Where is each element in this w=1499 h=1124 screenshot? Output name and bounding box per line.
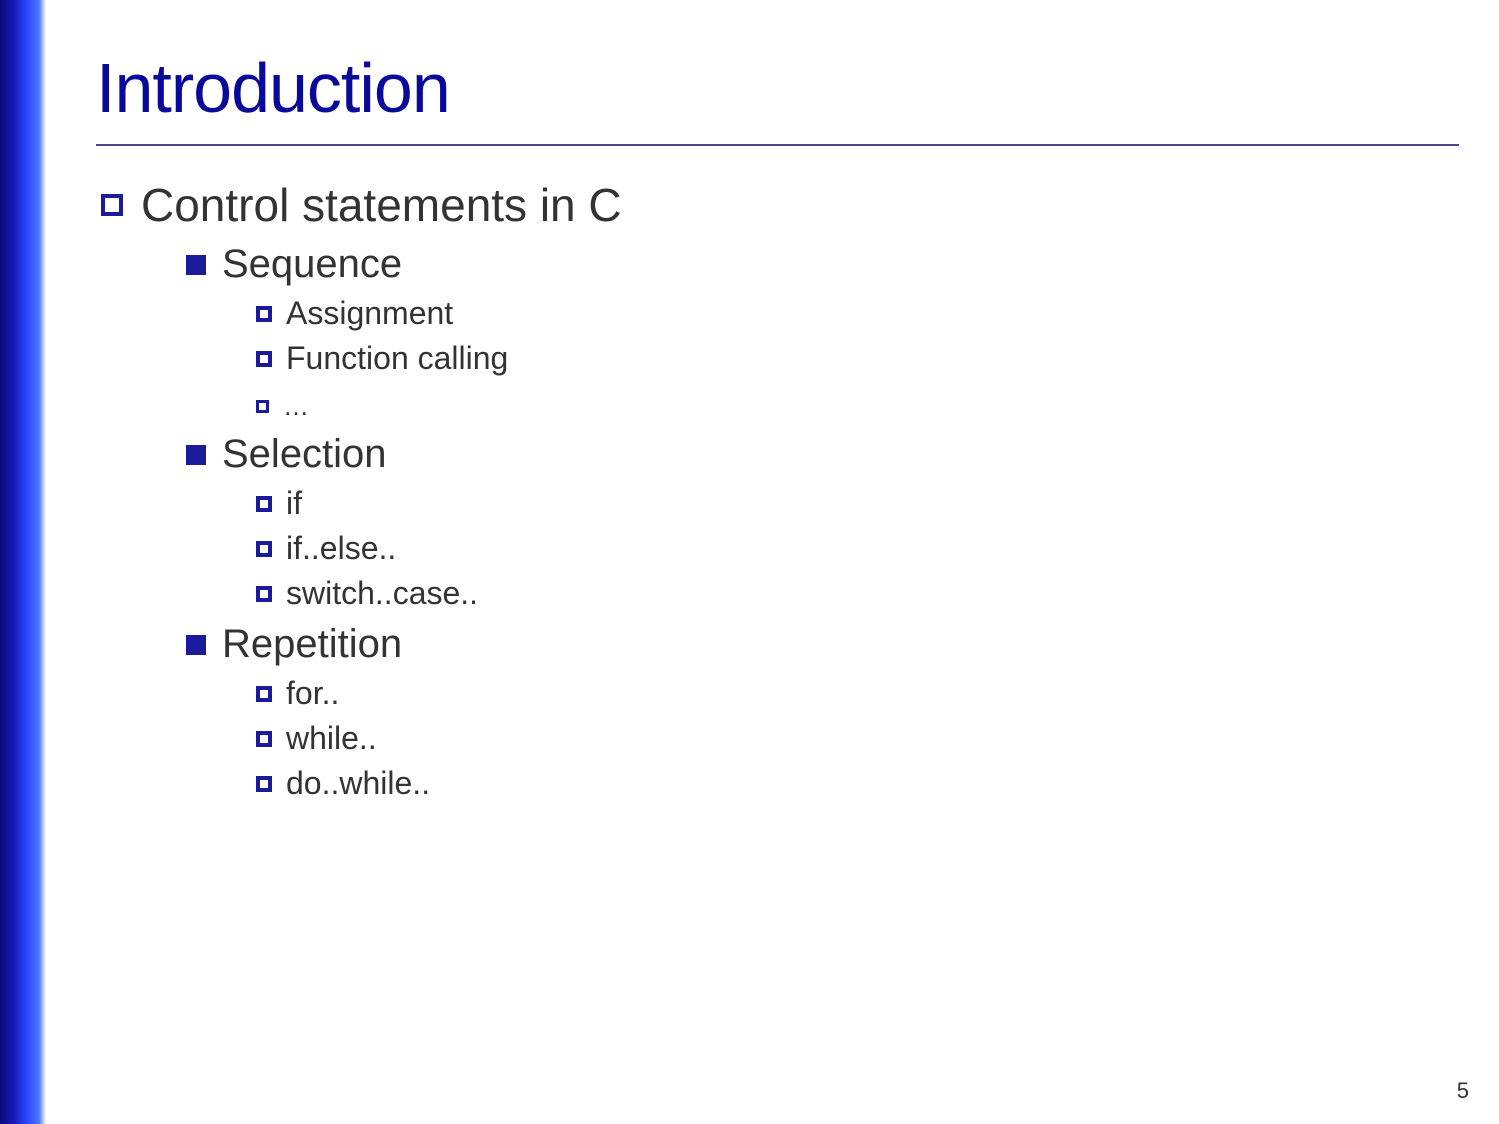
- slide-content: Introduction Control statements in C Seq…: [46, 0, 1499, 1124]
- bullet-l3-while: while..: [256, 720, 1459, 757]
- bullet-l2-text: Repetition: [222, 622, 402, 667]
- hollow-square-icon: [256, 306, 272, 322]
- bullet-l3-switch: switch..case..: [256, 575, 1459, 612]
- bullet-l3-text: while..: [286, 720, 377, 757]
- hollow-square-icon: [101, 194, 123, 216]
- bullet-l3-text: switch..case..: [286, 575, 478, 612]
- bullet-l3-text: for..: [286, 675, 339, 712]
- hollow-square-icon: [256, 496, 272, 512]
- bullet-l3-function-calling: Function calling: [256, 340, 1459, 377]
- bullet-l3-text: if: [286, 485, 302, 522]
- title-divider: [96, 144, 1459, 146]
- bullet-l1-text: Control statements in C: [141, 178, 622, 232]
- solid-square-icon: [186, 445, 206, 465]
- bullet-l1-control-statements: Control statements in C: [101, 178, 1459, 232]
- bullet-l3-dowhile: do..while..: [256, 765, 1459, 802]
- bullet-l3-ellipsis: …: [256, 391, 1459, 422]
- bullet-l3-ifelse: if..else..: [256, 530, 1459, 567]
- page-number: 5: [1457, 1078, 1469, 1104]
- bullet-l3-text: if..else..: [286, 530, 396, 567]
- hollow-square-icon: [256, 541, 272, 557]
- hollow-square-icon: [256, 351, 272, 367]
- bullet-l2-text: Sequence: [222, 242, 402, 287]
- hollow-square-icon: [256, 586, 272, 602]
- solid-square-icon: [186, 635, 206, 655]
- bullet-l3-if: if: [256, 485, 1459, 522]
- bullet-l2-selection: Selection: [186, 432, 1459, 477]
- bullet-l3-text: Assignment: [286, 295, 453, 332]
- bullet-l3-text: Function calling: [286, 340, 508, 377]
- hollow-square-icon: [256, 400, 269, 413]
- hollow-square-icon: [256, 731, 272, 747]
- hollow-square-icon: [256, 686, 272, 702]
- bullet-l2-text: Selection: [222, 432, 387, 477]
- bullet-l3-text: …: [283, 391, 309, 422]
- bullet-l3-assignment: Assignment: [256, 295, 1459, 332]
- solid-square-icon: [186, 255, 206, 275]
- bullet-l2-repetition: Repetition: [186, 622, 1459, 667]
- bullet-l3-for: for..: [256, 675, 1459, 712]
- slide-sidebar: [0, 0, 46, 1124]
- bullet-l2-sequence: Sequence: [186, 242, 1459, 287]
- bullet-l3-text: do..while..: [286, 765, 430, 802]
- slide-title: Introduction: [96, 48, 1459, 128]
- hollow-square-icon: [256, 776, 272, 792]
